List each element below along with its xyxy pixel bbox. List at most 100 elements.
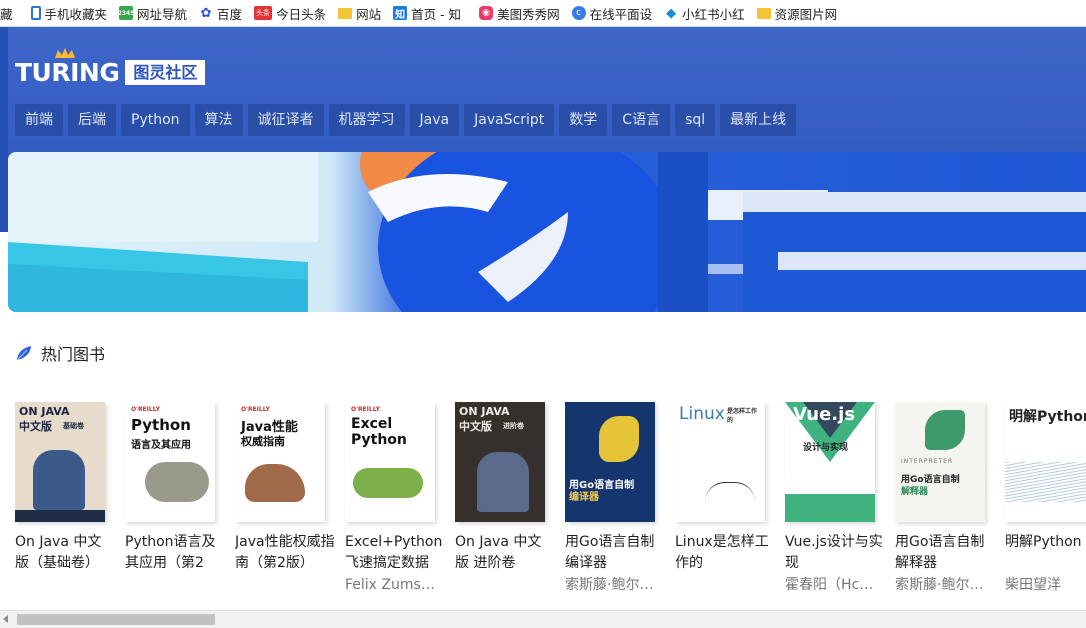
book-cover[interactable]: Vue.js 设计与实现: [785, 402, 875, 522]
book-cover[interactable]: O'REILLY Excel Python: [345, 402, 435, 522]
book-card[interactable]: Linux 是怎样工作的 Linux是怎样工作的: [675, 402, 775, 595]
scrollbar-thumb[interactable]: [17, 614, 215, 625]
cover-text: 编译器: [569, 492, 599, 503]
book-title[interactable]: 明解Python: [1005, 532, 1086, 574]
meitu-icon: ◉: [479, 6, 494, 20]
bookmark-label: 首页 - 知: [411, 6, 462, 22]
book-cover[interactable]: O'REILLY Java性能 权威指南: [235, 402, 325, 522]
banner-graphic: [8, 152, 1086, 312]
cover-text: ON JAVA: [19, 405, 70, 418]
bookmark-label: 手机收藏夹: [44, 6, 108, 22]
bookmark-item[interactable]: 藏: [0, 0, 13, 26]
phone-icon: [30, 6, 41, 20]
nav-item-frontend[interactable]: 前端: [15, 104, 63, 136]
cover-art: [477, 452, 529, 512]
book-author: 索斯藤·鲍尔…: [565, 577, 654, 593]
nav-item-sql[interactable]: sql: [675, 104, 716, 136]
book-cover[interactable]: INTERPRETER 用Go语言自制 解释器: [895, 402, 985, 522]
book-cover[interactable]: 用Go语言自制 编译器: [565, 402, 655, 522]
cover-text: Python: [131, 416, 191, 434]
design-circle-icon: c: [571, 6, 586, 20]
cover-text: 权威指南: [241, 435, 285, 448]
bookmark-item[interactable]: ✿ 百度: [199, 0, 242, 26]
nav-item-translators[interactable]: 诚征译者: [247, 104, 324, 136]
logo-chinese-name: 图灵社区: [125, 60, 206, 85]
cover-text: O'REILLY: [351, 406, 380, 413]
book-card[interactable]: O'REILLY Java性能 权威指南 Java性能权威指南（第2版）: [235, 402, 335, 595]
cover-text: 解释器: [901, 487, 929, 497]
cover-art: [15, 510, 105, 522]
cover-text: O'REILLY: [241, 406, 270, 413]
cover-text: Python: [351, 432, 407, 448]
nav-item-algorithms[interactable]: 算法: [194, 104, 243, 136]
book-author: [15, 575, 107, 595]
bookmark-item[interactable]: 网站: [338, 0, 382, 26]
book-cover[interactable]: O'REILLY Python 语言及其应用: [125, 402, 215, 522]
book-title[interactable]: On Java 中文版 进阶卷: [455, 532, 555, 574]
nav-item-c-language[interactable]: C语言: [612, 104, 671, 136]
nav-item-java[interactable]: Java: [409, 104, 460, 136]
folder-icon: [756, 7, 771, 19]
bookmark-label: 美图秀秀网: [497, 6, 560, 22]
book-title[interactable]: Excel+Python：飞速搞定数据: [345, 532, 445, 574]
book-cover[interactable]: Linux 是怎样工作的: [675, 402, 765, 522]
cover-art: [1005, 462, 1086, 502]
book-title[interactable]: 用Go语言自制解释器: [895, 532, 995, 574]
book-title[interactable]: 用Go语言自制编译器: [565, 532, 665, 574]
bookmark-item[interactable]: c 在线平面设: [571, 0, 652, 26]
leaf-icon: [16, 346, 31, 361]
bookmark-item[interactable]: ◉ 美图秀秀网: [479, 0, 560, 26]
book-card[interactable]: Vue.js 设计与实现 Vue.js设计与实现 霍春阳（Hcy…: [785, 402, 885, 595]
cover-text: 进阶卷: [503, 422, 524, 430]
site-logo[interactable]: TURING 图灵社区: [15, 48, 206, 87]
book-title[interactable]: Linux是怎样工作的: [675, 532, 775, 574]
book-author: [675, 575, 767, 595]
cover-art: [245, 464, 305, 502]
horizontal-scrollbar[interactable]: [0, 610, 1086, 628]
bookmark-label: 网站: [356, 6, 382, 22]
book-card[interactable]: O'REILLY Excel Python Excel+Python：飞速搞定数…: [345, 402, 445, 595]
bookmark-item[interactable]: 手机收藏夹: [30, 0, 108, 26]
book-card[interactable]: 明解Python 明解Python 柴田望洋: [1005, 402, 1086, 595]
bookmark-item[interactable]: 头条 今日头条: [254, 0, 327, 26]
nav-item-machine-learning[interactable]: 机器学习: [328, 104, 405, 136]
cover-art: [145, 462, 209, 502]
cover-text: Excel: [351, 416, 393, 432]
promo-banner[interactable]: [8, 152, 1086, 312]
cover-art: [705, 482, 755, 502]
cover-text: INTERPRETER: [901, 458, 954, 465]
scroll-left-arrow-icon[interactable]: [3, 615, 8, 623]
book-title[interactable]: On Java 中文版（基础卷）: [15, 532, 115, 574]
cover-art: [599, 416, 639, 462]
book-author: [455, 575, 547, 595]
book-card[interactable]: ON JAVA 中文版 基础卷 On Java 中文版（基础卷）: [15, 402, 115, 595]
book-card[interactable]: ON JAVA 中文版 进阶卷 On Java 中文版 进阶卷: [455, 402, 555, 595]
toutiao-icon: 头条: [254, 6, 273, 20]
book-title[interactable]: Vue.js设计与实现: [785, 532, 885, 574]
bookmark-label: 今日头条: [276, 6, 327, 22]
cover-text: Vue.js: [793, 404, 856, 425]
book-author: 索斯藤·鲍尔…: [895, 577, 984, 593]
book-cover[interactable]: ON JAVA 中文版 基础卷: [15, 402, 105, 522]
book-card[interactable]: INTERPRETER 用Go语言自制 解释器 用Go语言自制解释器 索斯藤·鲍…: [895, 402, 995, 595]
nav-item-backend[interactable]: 后端: [68, 104, 116, 136]
book-cover[interactable]: 明解Python: [1005, 402, 1086, 522]
cover-art: [925, 410, 965, 450]
book-list: ON JAVA 中文版 基础卷 On Java 中文版（基础卷） O'REILL…: [15, 402, 1086, 602]
book-cover[interactable]: ON JAVA 中文版 进阶卷: [455, 402, 545, 522]
bookmark-label: 藏: [0, 6, 13, 22]
bookmark-item[interactable]: 2345 网址导航: [118, 0, 187, 26]
nav-item-math[interactable]: 数学: [559, 104, 608, 136]
cover-text: 是怎样工作的: [727, 408, 758, 424]
nav-item-javascript[interactable]: JavaScript: [464, 104, 555, 136]
nav-item-python[interactable]: Python: [121, 104, 190, 136]
book-title[interactable]: Python语言及其应用（第2: [125, 532, 225, 574]
bookmark-item[interactable]: ◆ 小红书小红: [664, 0, 745, 26]
bookmark-item[interactable]: 资源图片网: [756, 0, 837, 26]
book-title[interactable]: Java性能权威指南（第2版）: [235, 532, 335, 574]
section-title: 热门图书: [41, 345, 106, 364]
book-card[interactable]: 用Go语言自制 编译器 用Go语言自制编译器 索斯藤·鲍尔…: [565, 402, 665, 595]
bookmark-item[interactable]: 知 首页 - 知: [393, 0, 462, 26]
nav-item-new-releases[interactable]: 最新上线: [720, 104, 797, 136]
book-card[interactable]: O'REILLY Python 语言及其应用 Python语言及其应用（第2: [125, 402, 225, 595]
